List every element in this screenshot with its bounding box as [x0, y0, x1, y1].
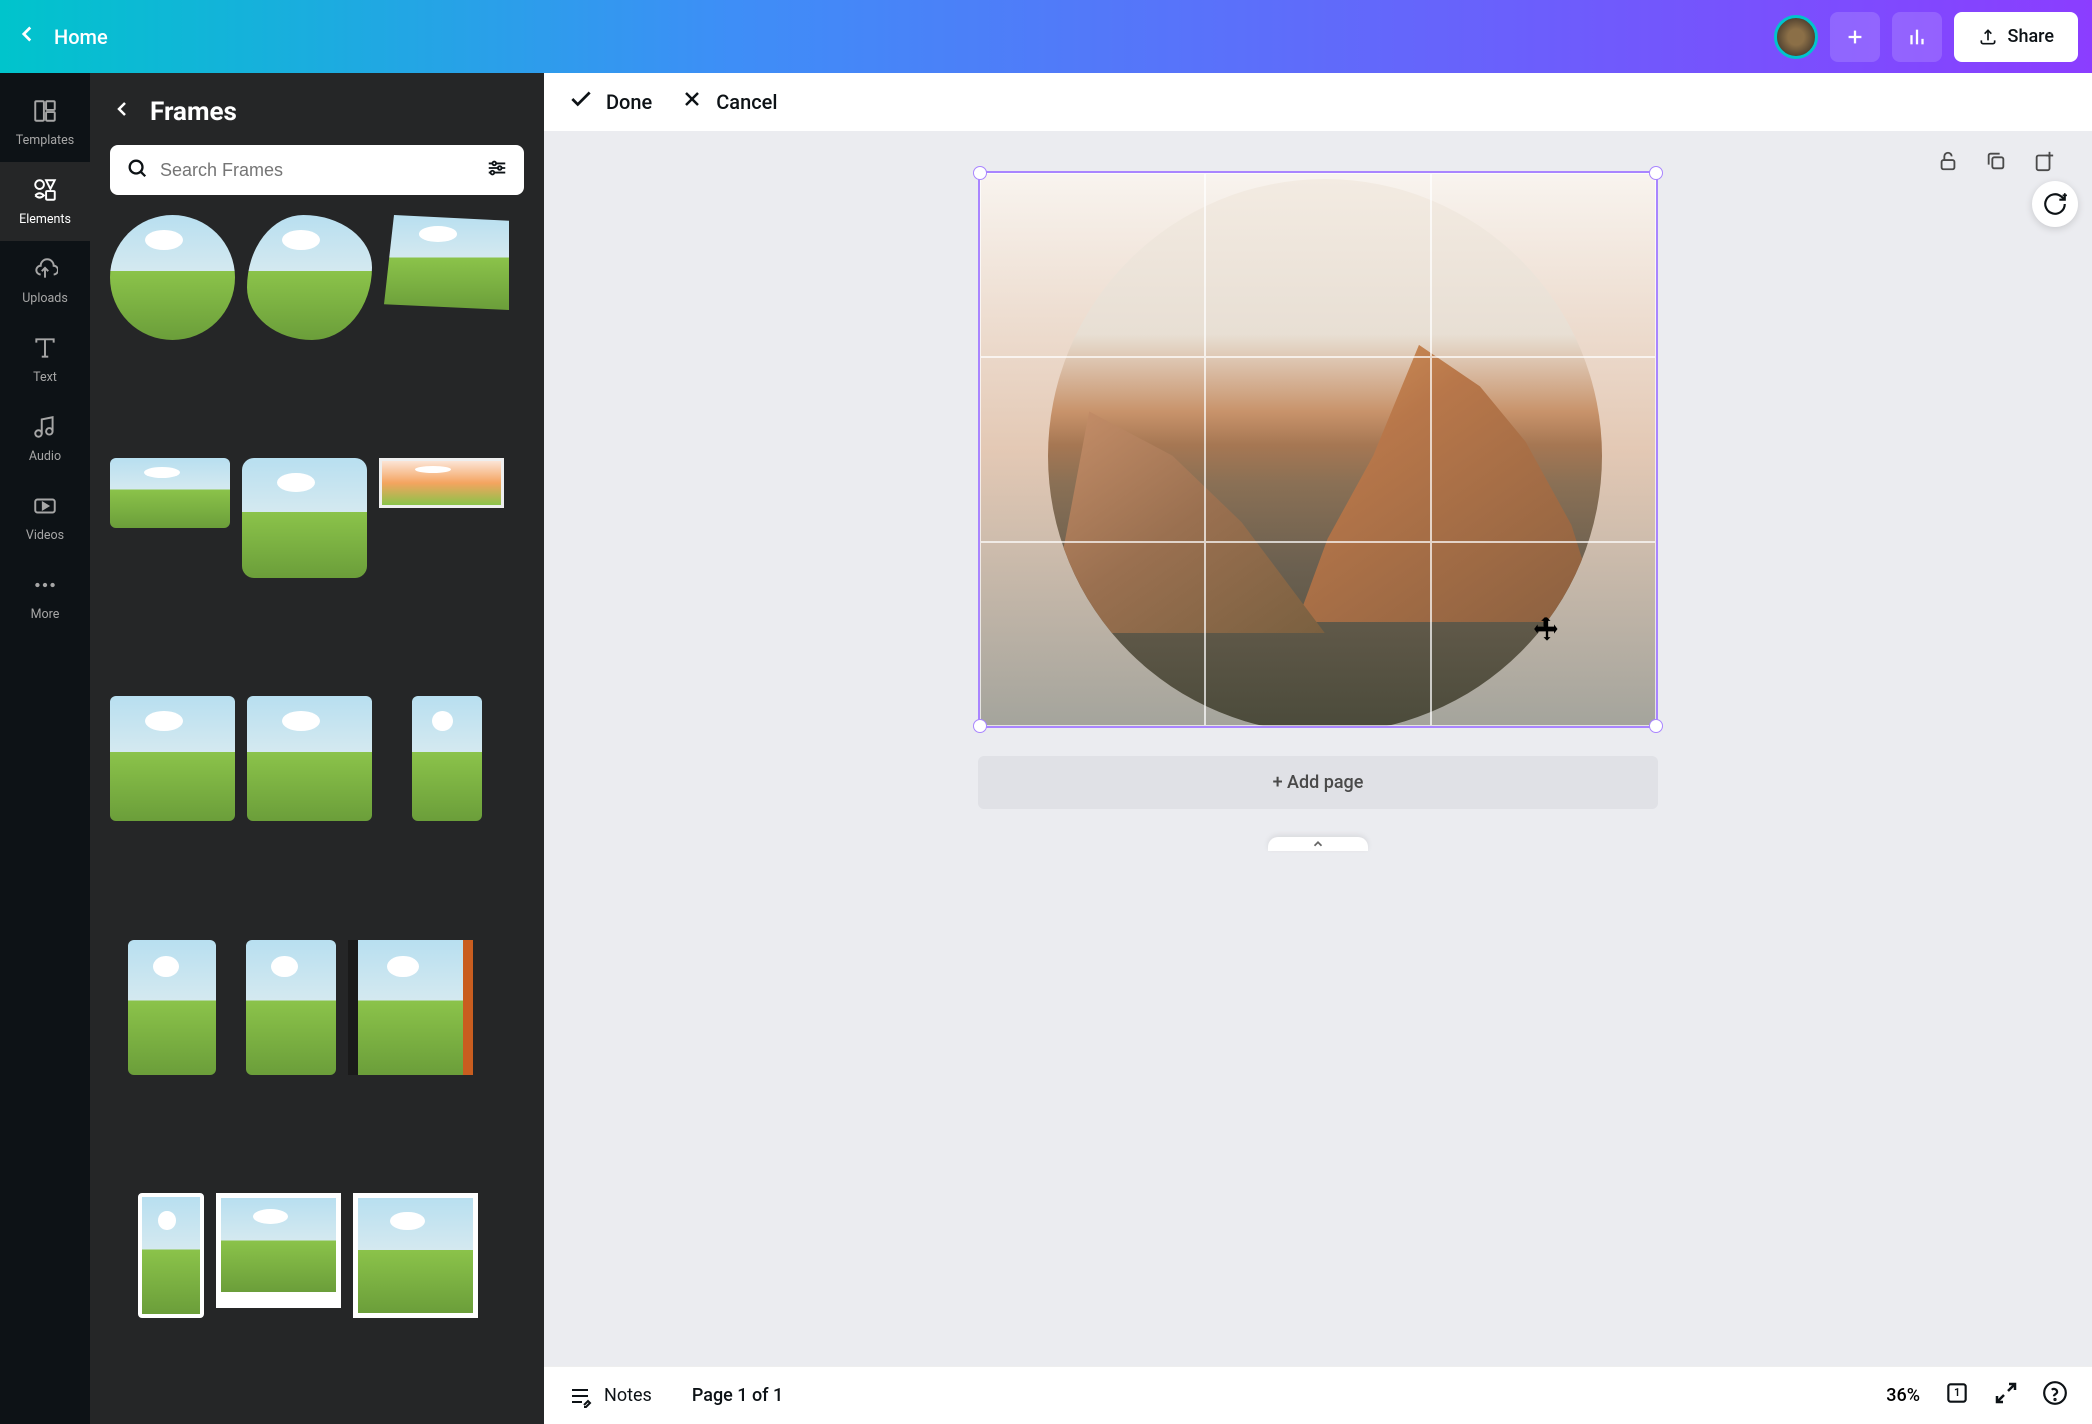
sidebar-title: Frames: [150, 97, 237, 127]
frame-rect-roundtop[interactable]: [110, 696, 235, 821]
search-row: [110, 145, 524, 195]
regenerate-button[interactable]: [2032, 181, 2078, 227]
nav-text[interactable]: Text: [0, 320, 90, 399]
nav-label: Templates: [16, 133, 74, 148]
canvas-area: Done Cancel: [544, 73, 2092, 1424]
page-grid-icon[interactable]: 1: [1944, 1380, 1970, 1412]
check-icon: [568, 86, 594, 118]
user-avatar[interactable]: [1774, 15, 1818, 59]
zoom-level[interactable]: 36%: [1886, 1385, 1920, 1406]
frame-filmstrip-duo[interactable]: [379, 458, 504, 508]
app-header: Home Share: [0, 0, 2092, 73]
frame-circle[interactable]: [110, 215, 235, 340]
canvas-toolbar: Done Cancel: [544, 73, 2092, 131]
more-icon: [31, 571, 59, 599]
frame-vertical-torn[interactable]: [412, 696, 482, 821]
nav-videos[interactable]: Videos: [0, 478, 90, 557]
nav-label: Elements: [19, 212, 71, 227]
back-icon[interactable]: [14, 21, 40, 53]
nav-label: Audio: [29, 449, 61, 464]
filter-icon[interactable]: [486, 157, 508, 184]
nav-uploads[interactable]: Uploads: [0, 241, 90, 320]
frame-polaroid-small[interactable]: [138, 1193, 204, 1318]
canvas-viewport: + Add page: [544, 131, 2092, 1366]
bottom-bar: Notes Page 1 of 1 36% 1: [544, 1366, 2092, 1424]
help-icon[interactable]: [2042, 1380, 2068, 1412]
add-button[interactable]: [1830, 12, 1880, 62]
uploads-icon: [31, 255, 59, 283]
duplicate-icon[interactable]: [1980, 145, 2012, 177]
frame-tall-arch[interactable]: [246, 940, 336, 1075]
home-link[interactable]: Home: [54, 25, 108, 49]
crop-handle-tr[interactable]: [1649, 166, 1663, 180]
search-icon: [126, 157, 148, 184]
frame-rect-large[interactable]: [242, 458, 367, 578]
crop-handle-bl[interactable]: [973, 719, 987, 733]
nav-audio[interactable]: Audio: [0, 399, 90, 478]
crop-handle-tl[interactable]: [973, 166, 987, 180]
done-label: Done: [606, 90, 652, 114]
done-button[interactable]: Done: [568, 86, 652, 118]
nav-label: Text: [33, 370, 57, 385]
elements-icon: [31, 176, 59, 204]
canvas-page[interactable]: [978, 171, 1658, 728]
audio-icon: [31, 413, 59, 441]
nav-templates[interactable]: Templates: [0, 83, 90, 162]
frames-grid: [110, 195, 524, 1424]
frame-trapezoid[interactable]: [384, 215, 509, 310]
text-icon: [31, 334, 59, 362]
frame-rect-small[interactable]: [110, 458, 230, 528]
nav-more[interactable]: More: [0, 557, 90, 636]
left-nav: Templates Elements Uploads Text Audio Vi…: [0, 73, 90, 1424]
cancel-label: Cancel: [716, 90, 777, 114]
share-button[interactable]: Share: [1954, 12, 2078, 62]
templates-icon: [31, 97, 59, 125]
notes-button[interactable]: Notes: [568, 1384, 652, 1408]
page-drawer-handle[interactable]: [1268, 837, 1368, 851]
notes-label: Notes: [604, 1385, 652, 1406]
cropped-image[interactable]: [980, 173, 1656, 726]
frame-tall-torn[interactable]: [128, 940, 216, 1075]
page-count-badge: 1: [1954, 1386, 1960, 1399]
crop-grid: [980, 173, 1656, 726]
frame-filmstrip[interactable]: [348, 940, 473, 1075]
frame-rect-torn[interactable]: [247, 696, 372, 821]
nav-label: Uploads: [22, 291, 68, 306]
page-indicator: Page 1 of 1: [692, 1385, 783, 1406]
nav-label: Videos: [26, 528, 64, 543]
share-label: Share: [2008, 26, 2054, 47]
frame-polaroid[interactable]: [216, 1193, 341, 1308]
crop-handle-br[interactable]: [1649, 719, 1663, 733]
lock-icon[interactable]: [1932, 145, 1964, 177]
close-icon: [680, 87, 704, 117]
fullscreen-icon[interactable]: [1994, 1381, 2018, 1411]
sidebar-back-icon[interactable]: [110, 97, 134, 127]
frame-blob[interactable]: [247, 215, 372, 340]
cancel-button[interactable]: Cancel: [680, 87, 777, 117]
add-page-button[interactable]: + Add page: [978, 756, 1658, 809]
nav-label: More: [31, 607, 60, 622]
search-input[interactable]: [160, 160, 474, 181]
add-page-icon[interactable]: [2028, 145, 2060, 177]
frame-polaroid-square[interactable]: [353, 1193, 478, 1318]
frames-sidebar: Frames: [90, 73, 544, 1424]
videos-icon: [31, 492, 59, 520]
nav-elements[interactable]: Elements: [0, 162, 90, 241]
insights-button[interactable]: [1892, 12, 1942, 62]
